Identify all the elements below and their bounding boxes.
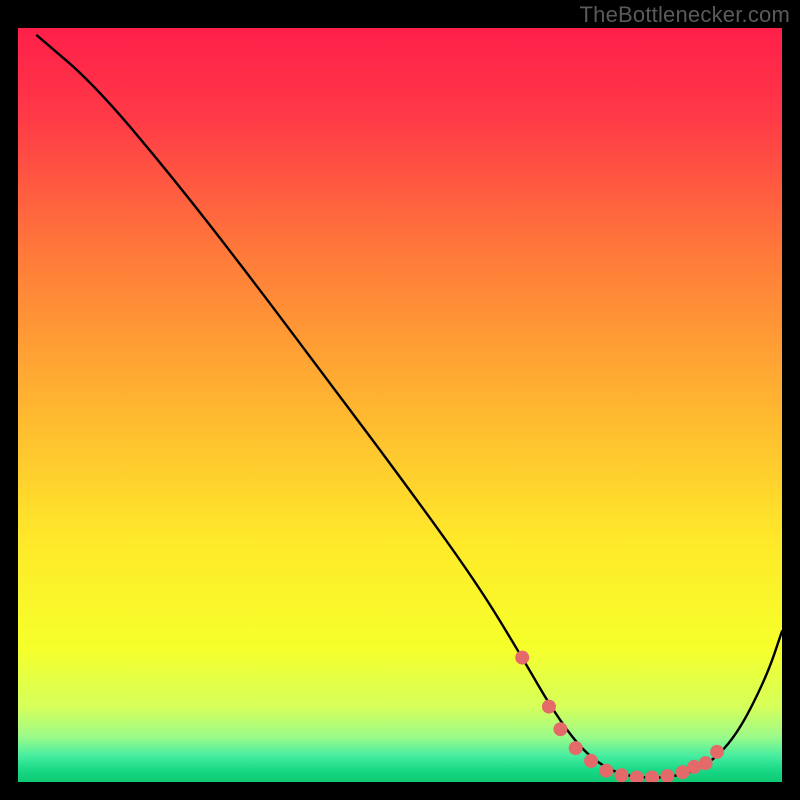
marker-point — [615, 768, 629, 782]
marker-point — [515, 651, 529, 665]
bottleneck-chart — [0, 0, 800, 800]
marker-point — [645, 770, 659, 784]
marker-point — [553, 722, 567, 736]
marker-point — [569, 741, 583, 755]
marker-point — [599, 764, 613, 778]
chart-stage: TheBottlenecker.com — [0, 0, 800, 800]
watermark-text: TheBottlenecker.com — [580, 2, 790, 28]
marker-point — [710, 745, 724, 759]
marker-point — [660, 769, 674, 783]
marker-point — [584, 754, 598, 768]
marker-point — [699, 756, 713, 770]
marker-point — [542, 700, 556, 714]
gradient-background — [18, 28, 782, 782]
marker-point — [630, 770, 644, 784]
